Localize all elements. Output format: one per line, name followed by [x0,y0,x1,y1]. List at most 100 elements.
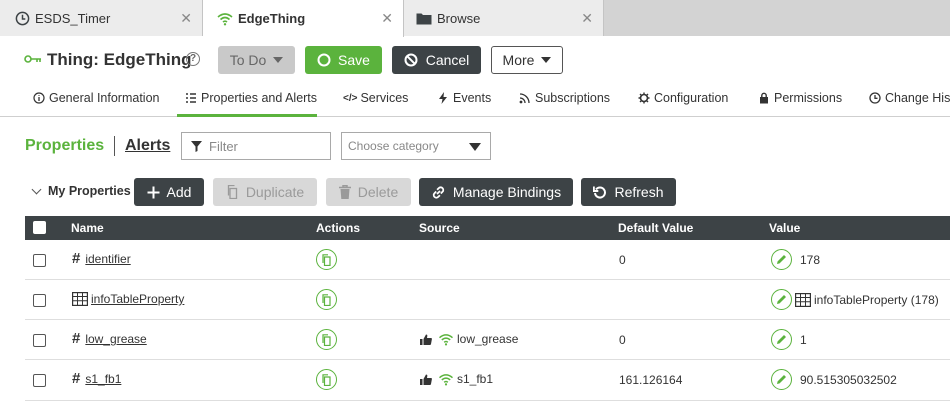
more-button[interactable]: More [491,46,563,74]
category-select[interactable]: Choose category [341,132,491,160]
close-icon[interactable]: ✕ [180,10,192,27]
properties-tab[interactable]: Properties [25,137,104,155]
infotable-type-icon [72,292,88,306]
add-button[interactable]: Add [134,178,204,206]
alerts-tab[interactable]: Alerts [125,137,170,155]
my-properties-toggle[interactable]: My Properties [31,184,131,198]
value-text: 178 [800,253,821,267]
wifi-icon [439,333,453,346]
number-type-icon: # [72,370,81,387]
ban-icon [404,53,418,67]
property-name-link[interactable]: low_grease [85,332,146,346]
nav-label: Change History [885,91,950,105]
column-header-default-value[interactable]: Default Value [618,221,693,235]
thing-icon [24,53,42,67]
thing-header: Thing: EdgeThing ? To Do Save Cancel Mor… [0,37,950,83]
row-checkbox[interactable] [33,294,46,307]
value-cell: infoTableProperty (178) [771,289,939,310]
nav-events[interactable]: Events [437,91,491,105]
column-header-source[interactable]: Source [419,221,460,235]
copy-action-icon[interactable] [316,329,337,350]
folder-icon [416,10,432,26]
column-header-value[interactable]: Value [769,221,800,235]
edit-icon[interactable] [771,289,792,310]
filter-input[interactable]: Filter [181,132,331,160]
select-all-checkbox[interactable] [33,221,46,234]
refresh-button[interactable]: Refresh [581,178,676,206]
tab-label: EdgeThing [238,11,306,26]
link-icon [432,185,445,199]
row-checkbox[interactable] [33,254,46,267]
row-checkbox[interactable] [33,374,46,387]
property-name-link[interactable]: s1_fb1 [85,372,121,386]
nav-general-information[interactable]: General Information [33,91,159,105]
refresh-label: Refresh [614,184,664,200]
edit-icon[interactable] [771,369,792,390]
thumbs-up-icon [420,374,432,385]
source-cell: s1_fb1 [420,372,493,386]
edit-icon[interactable] [771,249,792,270]
column-header-name[interactable]: Name [71,221,104,235]
source-name: s1_fb1 [457,372,494,386]
delete-button[interactable]: Delete [326,178,411,206]
gear-icon [638,92,650,104]
copy-action-icon[interactable] [316,369,337,390]
duplicate-button[interactable]: Duplicate [213,178,317,206]
nav-configuration[interactable]: Configuration [638,91,728,105]
value-cell: 90.515305032502 [771,369,897,390]
tab-esds-timer[interactable]: ESDS_Timer ✕ [0,0,203,36]
caret-down-icon [469,143,481,151]
nav-change-history[interactable]: Change History [869,91,950,105]
close-icon[interactable]: ✕ [381,10,393,27]
cancel-label: Cancel [425,52,470,68]
nav-properties-and-alerts[interactable]: Properties and Alerts [185,91,317,105]
row-checkbox[interactable] [33,334,46,347]
copy-action-icon[interactable] [316,289,337,310]
nav-label: Services [360,91,409,105]
tab-label: ESDS_Timer [35,10,111,26]
table-row: infoTableProperty infoTableProperty (178… [25,280,950,320]
plus-icon [147,186,160,198]
table-row: # low_grease low_grease 0 1 [25,320,950,360]
source-cell: low_grease [420,332,518,346]
caret-down-icon [273,57,284,63]
value-text[interactable]: infoTableProperty (178) [814,293,939,307]
tab-edgething[interactable]: EdgeThing ✕ [203,0,404,37]
manage-bindings-button[interactable]: Manage Bindings [419,178,573,206]
page-title: Thing: EdgeThing [47,50,192,69]
number-type-icon: # [72,250,81,267]
nav-services[interactable]: </> Services [343,91,408,105]
nav-permissions[interactable]: Permissions [758,91,842,105]
nav-label: Subscriptions [535,91,611,105]
cancel-button[interactable]: Cancel [392,46,481,74]
divider [114,136,115,156]
tab-browse[interactable]: Browse ✕ [404,0,604,36]
nav-subscriptions[interactable]: Subscriptions [519,91,610,105]
help-icon[interactable]: ? [186,52,200,66]
nav-label: General Information [49,91,160,105]
property-name-link[interactable]: identifier [85,252,130,266]
list-icon [185,92,197,104]
property-name: infoTableProperty [72,292,184,306]
copy-action-icon[interactable] [316,249,337,270]
thumbs-up-icon [420,334,432,345]
save-button[interactable]: Save [305,46,382,74]
value-text: 90.515305032502 [800,373,897,387]
manage-bindings-label: Manage Bindings [452,184,562,200]
code-icon: </> [343,92,358,104]
duplicate-label: Duplicate [245,184,305,200]
todo-button[interactable]: To Do [218,46,295,74]
edit-icon[interactable] [771,329,792,350]
trash-icon [338,185,351,199]
property-name: # s1_fb1 [72,370,121,387]
thing-nav: General Information Properties and Alert… [0,83,950,117]
close-icon[interactable]: ✕ [581,10,593,27]
number-type-icon: # [72,330,81,347]
value-text: 1 [800,333,807,347]
property-name-link[interactable]: infoTableProperty [91,292,184,306]
active-tab-indicator [177,114,317,117]
refresh-icon [593,186,607,199]
add-label: Add [166,184,192,200]
table-header: Name Actions Source Default Value Value [25,216,950,240]
save-label: Save [338,52,370,68]
